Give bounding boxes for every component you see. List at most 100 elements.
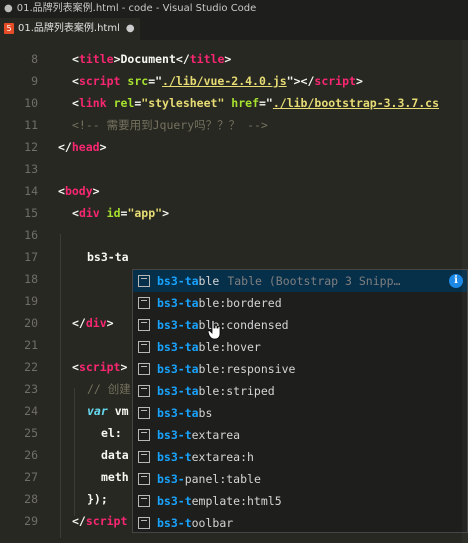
vertical-scrollbar[interactable] [462, 40, 468, 543]
unsaved-indicator: ● [4, 3, 13, 14]
window-title: 01.品牌列表案例.html - code - Visual Studio Co… [16, 3, 257, 14]
suggestion-match-text: bs3-t [157, 450, 192, 464]
suggestion-item[interactable]: bs3-panel:table [133, 468, 467, 490]
suggestion-rest-text: extarea:h [191, 450, 254, 464]
suggestion-label: bs3-tabs [157, 402, 212, 424]
line-number: 20 [24, 316, 38, 330]
suggestion-rest-text: panel:table [184, 472, 261, 486]
line-number: 28 [24, 492, 38, 506]
line-number: 21 [24, 338, 38, 352]
snippet-icon [138, 275, 150, 287]
suggestion-item[interactable]: bs3-template:html5 [133, 490, 467, 512]
indent-guide [60, 234, 61, 538]
snippet-icon [138, 429, 150, 441]
line-number: 9 [31, 74, 38, 88]
suggestion-label: bs3-table:responsive [157, 358, 295, 380]
suggestion-item[interactable]: bs3-textarea [133, 424, 467, 446]
suggestion-rest-text: ble [198, 274, 220, 288]
snippet-icon [138, 297, 150, 309]
line-number: 18 [24, 272, 38, 286]
tab-file[interactable]: 5 01.品牌列表案例.html ● [0, 18, 140, 40]
line-number: 24 [24, 404, 38, 418]
line-number: 16 [24, 228, 38, 242]
suggestion-label: bs3-table:bordered [157, 292, 282, 314]
snippet-icon [138, 319, 150, 331]
suggestion-label: bs3-textarea:h [157, 446, 254, 468]
suggestion-label: bs3-table:striped [157, 380, 275, 402]
suggestion-match-text: bs3-ta [157, 318, 199, 332]
indent-guide [74, 388, 75, 516]
suggestion-item[interactable]: bs3-table Table (Bootstrap 3 Snipp… i [133, 270, 467, 292]
suggestion-label: bs3-panel:table [157, 468, 261, 490]
code-line-11: <!-- 需要用到Jquery吗？？？ --> [72, 118, 268, 132]
line-number: 19 [24, 294, 38, 308]
line-number: 12 [24, 140, 38, 154]
autocomplete-suggestion-list[interactable]: bs3-table Table (Bootstrap 3 Snipp… i bs3-t… [132, 269, 468, 533]
suggestion-match-text: bs3-ta [157, 406, 199, 420]
snippet-icon [138, 495, 150, 507]
line-number: 26 [24, 448, 38, 462]
snippet-icon [138, 385, 150, 397]
suggestion-rest-text: ble:bordered [198, 296, 282, 310]
unsaved-close-icon[interactable]: ● [126, 23, 135, 34]
suggestion-item[interactable]: bs3-textarea:h [133, 446, 467, 468]
code-line-9: <script src="./lib/vue-2.4.0.js"></scrip… [72, 74, 363, 88]
code-line-10: <link rel="stylesheet" href="./lib/boots… [72, 96, 440, 110]
code-line-20: </div> [72, 316, 114, 330]
line-number: 22 [24, 360, 38, 374]
suggestion-rest-text: ble:responsive [198, 362, 296, 376]
code-line-8: <title>Document</title> [72, 52, 232, 66]
suggestion-detail: Table (Bootstrap 3 Snipp… [227, 274, 401, 288]
suggestion-rest-text: oolbar [191, 516, 234, 530]
line-number: 10 [24, 96, 38, 110]
suggestion-item[interactable]: bs3-table:striped [133, 380, 467, 402]
html5-icon: 5 [4, 22, 14, 34]
suggestion-rest-text: ble:hover [198, 340, 261, 354]
suggestion-match-text: bs3-t [157, 516, 192, 530]
suggestion-match-text: bs3-ta [157, 340, 199, 354]
suggestion-match-text: bs3-t [157, 428, 192, 442]
code-line-26: data [101, 448, 129, 462]
suggestion-item[interactable]: bs3-table:condensed [133, 314, 467, 336]
line-number: 27 [24, 470, 38, 484]
line-number: 29 [24, 514, 38, 528]
suggestion-rest-text: ble:striped [198, 384, 275, 398]
suggestion-label: bs3-toolbar [157, 512, 234, 532]
suggestion-rest-text: extarea [191, 428, 241, 442]
suggestion-match-text: bs3-ta [157, 384, 199, 398]
editor-tab-bar: 5 01.品牌列表案例.html ● [0, 18, 468, 40]
snippet-icon [138, 341, 150, 353]
snippet-icon [138, 473, 150, 485]
suggestion-label: bs3-table Table (Bootstrap 3 Snipp… [157, 270, 400, 292]
line-number: 11 [24, 118, 38, 132]
code-line-12: </head> [58, 140, 107, 154]
code-line-23: // 创建 [87, 382, 131, 396]
suggestion-match-text: bs3-ta [157, 274, 199, 288]
line-number: 25 [24, 426, 38, 440]
info-icon[interactable]: i [449, 274, 463, 288]
suggestion-item[interactable]: bs3-table:hover [133, 336, 467, 358]
snippet-icon [138, 407, 150, 419]
hand-pointer-cursor-icon [208, 320, 221, 340]
suggestion-rest-text: emplate:html5 [191, 494, 282, 508]
line-number: 8 [31, 52, 38, 66]
line-number: 14 [24, 184, 38, 198]
suggestion-label: bs3-textarea [157, 424, 240, 446]
suggestion-item[interactable]: bs3-table:responsive [133, 358, 467, 380]
code-line-27: meth [101, 470, 129, 484]
code-line-28: }); [87, 492, 108, 506]
suggestion-match-text: bs3-ta [157, 362, 199, 376]
suggestion-item[interactable]: bs3-tabs [133, 402, 467, 424]
suggestion-item[interactable]: bs3-toolbar [133, 512, 467, 532]
suggestion-label: bs3-table:condensed [157, 314, 289, 336]
line-number: 17 [24, 250, 38, 264]
suggestion-item[interactable]: bs3-table:bordered [133, 292, 467, 314]
snippet-icon [138, 363, 150, 375]
code-line-22: <script> [72, 360, 128, 374]
suggestion-match-text: bs3- [157, 472, 185, 486]
suggestion-rest-text: bs [198, 406, 213, 420]
line-number: 13 [24, 162, 38, 176]
tab-label: 01.品牌列表案例.html [18, 23, 120, 34]
code-line-24: var vm [87, 404, 129, 418]
window-titlebar: ● 01.品牌列表案例.html - code - Visual Studio C… [0, 0, 468, 18]
